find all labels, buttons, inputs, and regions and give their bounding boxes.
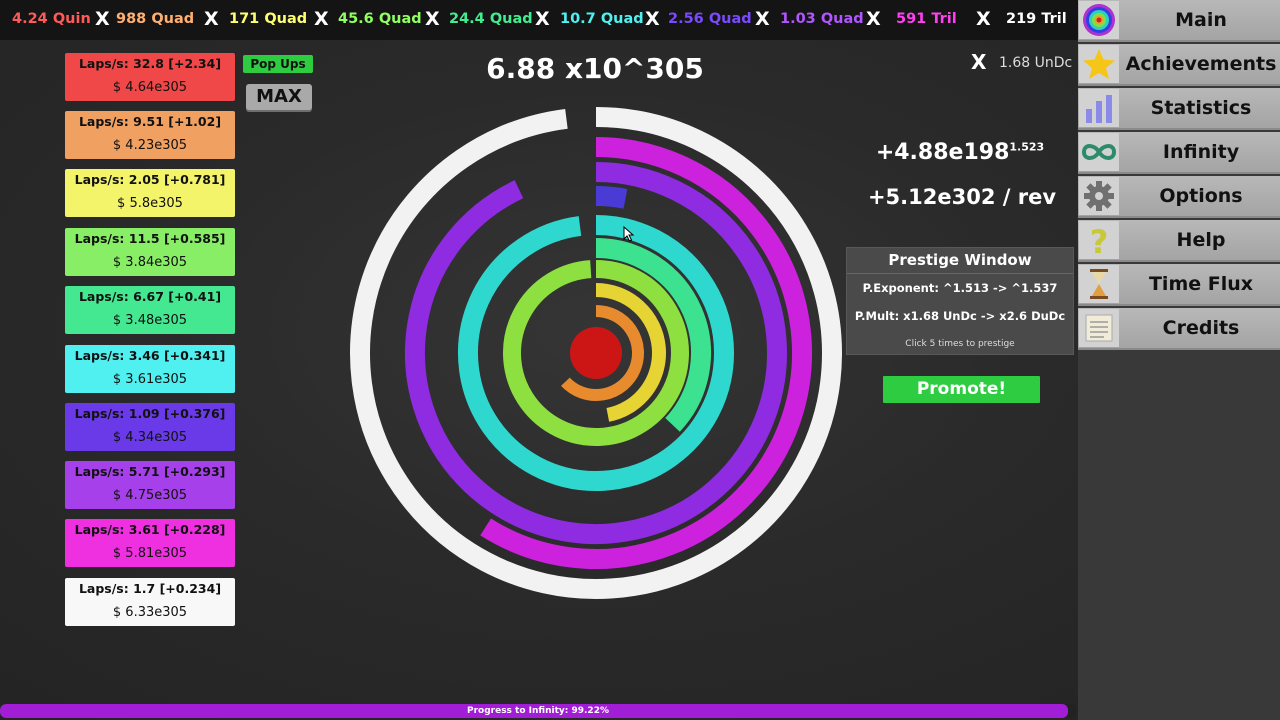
progress-label: Progress to Infinity: 99.22% bbox=[467, 706, 609, 716]
infinity-progress-bar: Progress to Infinity: 99.22% bbox=[0, 704, 1076, 718]
ring-core-red bbox=[570, 327, 622, 379]
race-track-rings bbox=[350, 107, 842, 599]
mouse-cursor-icon bbox=[623, 226, 635, 242]
ring-indigo bbox=[595, 186, 628, 209]
